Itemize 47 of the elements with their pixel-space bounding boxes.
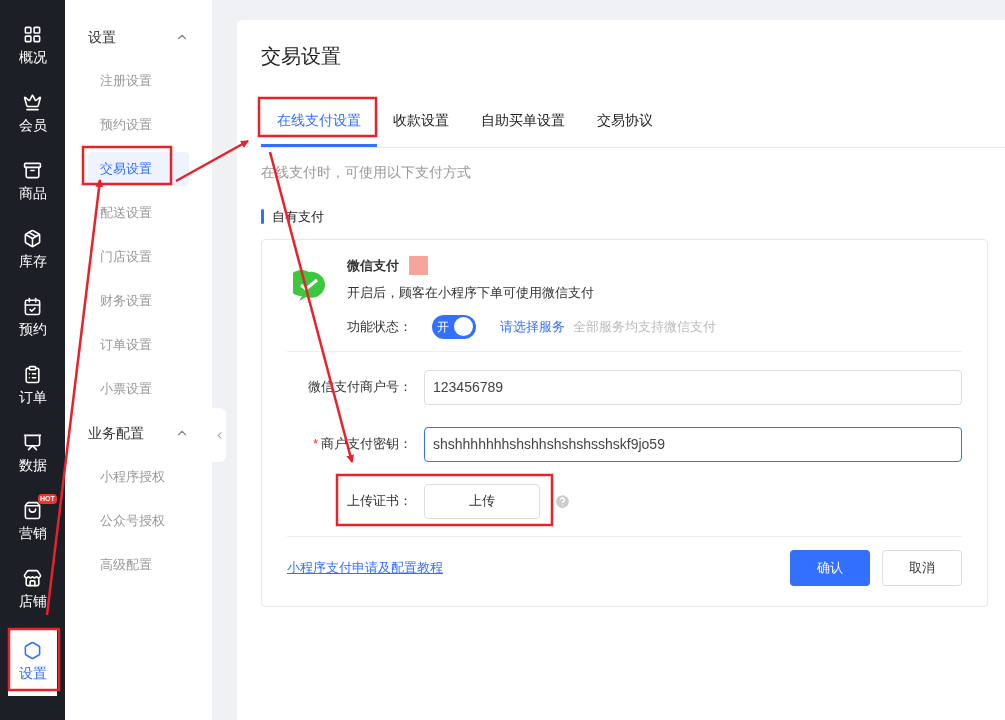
collapse-handle[interactable] <box>212 408 226 462</box>
payment-description: 开启后，顾客在小程序下单可使用微信支付 <box>347 284 595 302</box>
clipboard-icon <box>23 364 42 384</box>
toggle-switch[interactable]: 开 <box>432 314 476 339</box>
crown-icon <box>23 92 42 112</box>
nav-item[interactable]: 预约 <box>0 284 65 352</box>
upload-button[interactable]: 上传 <box>424 483 540 519</box>
payment-name: 微信支付 <box>347 256 399 275</box>
box-icon <box>23 228 42 248</box>
tab[interactable]: 自助买单设置 <box>465 97 581 147</box>
help-icon[interactable] <box>554 492 571 510</box>
section-marker <box>261 209 264 225</box>
annotation-box <box>7 627 61 692</box>
nav-item[interactable]: 概况 <box>0 12 65 80</box>
tab[interactable]: 收款设置 <box>377 97 465 147</box>
tab[interactable]: 在线支付设置 <box>261 97 377 147</box>
submenu-item[interactable]: 交易设置 <box>88 152 189 186</box>
archive-icon <box>23 160 42 180</box>
status-label: 功能状态： <box>347 317 412 336</box>
confirm-button[interactable]: 确认 <box>790 549 870 586</box>
nav-item[interactable]: 店铺 <box>0 556 65 624</box>
store-icon <box>23 568 42 588</box>
calendar-check-icon <box>23 296 42 316</box>
tutorial-link[interactable]: 小程序支付申请及配置教程 <box>287 557 443 578</box>
service-note: 全部服务均支持微信支付 <box>573 317 716 336</box>
input-field[interactable]: shshhhhhhhshshhshshshsshskf9jo59 <box>424 426 962 462</box>
cancel-button[interactable]: 取消 <box>882 549 962 586</box>
hexagon-icon <box>23 640 42 660</box>
nav-item[interactable]: 商品 <box>0 148 65 216</box>
nav-item[interactable]: 会员 <box>0 80 65 148</box>
menu-group-header[interactable]: 业务配置 <box>88 420 189 446</box>
input-field[interactable]: 123456789 <box>424 369 962 405</box>
nav-item[interactable]: 设置 <box>8 628 57 696</box>
chat-bubble-logo-icon <box>293 269 325 302</box>
page-title: 交易设置 <box>261 44 342 69</box>
tab[interactable]: 交易协议 <box>581 97 669 147</box>
nav-item[interactable]: 库存 <box>0 216 65 284</box>
field-label: 上传证书： <box>347 492 412 511</box>
chart-screen-icon <box>23 432 42 452</box>
nav-item[interactable]: 数据 <box>0 420 65 488</box>
select-service-link[interactable]: 请选择服务 <box>500 316 565 337</box>
nav-item[interactable]: 订单 <box>0 352 65 420</box>
menu-group-header[interactable]: 设置 <box>88 24 189 50</box>
grid-icon <box>23 24 42 44</box>
bag-icon <box>23 500 42 520</box>
required-asterisk: * <box>312 435 318 454</box>
redaction-block <box>409 255 428 275</box>
